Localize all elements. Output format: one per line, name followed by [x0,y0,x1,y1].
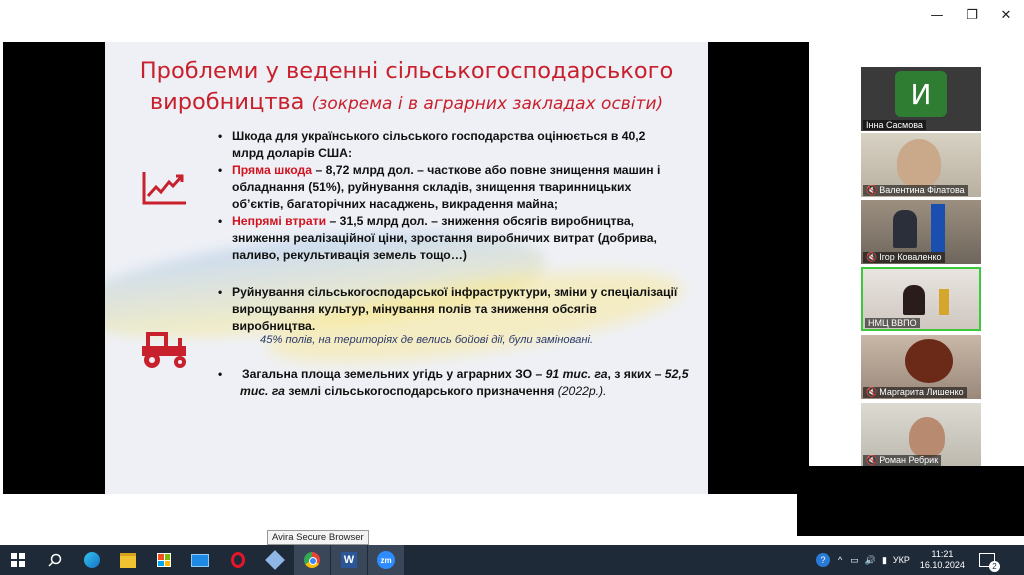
chrome-button[interactable] [294,545,330,575]
battery-icon[interactable]: ▮ [882,555,887,566]
participant-video [905,339,953,383]
mic-muted-icon: 🔇 [866,387,878,397]
word-icon: W [341,552,357,568]
participant-video [893,210,917,248]
clock[interactable]: 11:21 16.10.2024 [920,549,965,571]
keyboard-language[interactable]: УКР [893,555,910,565]
notification-badge: 2 [988,561,1000,572]
participant-name: НМЦ ВВПО [865,318,920,328]
participant-video [909,417,945,457]
participant-name-row: 🔇 Роман Ребрик [863,455,942,466]
zoom-button[interactable]: zm [368,545,404,575]
start-button[interactable] [0,545,36,575]
network-app-button[interactable] [257,545,293,575]
search-icon [48,553,62,567]
slide-bullet-1: Шкода для українського сільського господ… [232,129,646,160]
chrome-icon [304,552,320,568]
maximize-icon: ❐ [966,7,978,23]
taskbar-tooltip: Avira Secure Browser [267,530,369,545]
slide-bullet-5: Загальна площа земельних угідь у аграрни… [240,366,700,400]
participant-tile[interactable]: 🔇 Роман Ребрик [861,403,981,467]
bullet: • [218,367,223,381]
mic-muted-icon: 🔇 [866,455,878,465]
presentation-slide: Проблеми у веденні сільськогосподарськог… [105,42,708,494]
zoom-icon: zm [377,551,395,569]
participant-name-row: 🔇 Ігор Коваленко [863,252,945,263]
participant-tile[interactable]: 🔇 Валентина Філатова [861,133,981,197]
slide-title: Проблеми у веденні сільськогосподарськог… [105,56,708,120]
store-icon [157,553,171,567]
network-tray-icon[interactable]: ▭ [850,555,859,566]
volume-icon[interactable]: 🔊 [865,555,876,566]
network-icon [265,550,285,570]
participant-tile[interactable]: И Інна Сасмова [861,67,981,131]
participant-tile[interactable]: 🔇 Маргарита Лишенко [861,335,981,399]
word-button[interactable]: W [331,545,367,575]
participant-name-row: 🔇 Маргарита Лишенко [863,387,967,398]
indirect-losses-label: Непрямі втрати [232,214,327,228]
mail-icon [191,553,209,567]
participant-name: Інна Сасмова [863,120,926,130]
minimize-icon: — [930,7,944,23]
participant-name-row: 🔇 Валентина Філатова [863,185,968,196]
taskbar: W zm ? ^ ▭ 🔊 ▮ УКР 11:21 16.10.2024 2 [0,545,1024,575]
participant-name: Ігор Коваленко [879,252,942,262]
tractor-icon [142,332,186,368]
close-button[interactable]: ✕ [989,0,1023,30]
participant-video [903,285,925,315]
mail-button[interactable] [182,545,218,575]
land-area-total: 91 тис. га [545,367,608,381]
video-panel-filler [797,466,1024,536]
clock-time: 11:21 [931,549,954,559]
direct-damage-label: Пряма шкода [232,163,313,177]
participant-tile-active[interactable]: НМЦ ВВПО [861,267,981,331]
land-area-text: Загальна площа земельних угідь у аграрни… [242,367,546,381]
mic-muted-icon: 🔇 [866,252,878,262]
opera-button[interactable] [220,545,256,575]
search-button[interactable] [37,545,73,575]
slide-bullet-4: Руйнування сільськогосподарської інфраст… [232,285,678,333]
maximize-button[interactable]: ❐ [955,0,989,30]
bullet: • [218,163,223,177]
avatar: И [895,71,947,117]
land-area-text: , з яких – [607,367,665,381]
slide-title-line2: виробництва [149,89,305,115]
folder-icon [120,552,136,568]
participant-name: Маргарита Лишенко [879,387,964,397]
slide-bullet-3: Непрямі втрати – 31,5 млрд дол. – знижен… [232,213,682,264]
land-area-year: (2022р.). [557,384,607,398]
flag-decoration [939,289,949,315]
chart-growth-icon [142,172,186,205]
notifications-icon[interactable]: 2 [978,553,1000,572]
slide-bullet-2: Пряма шкода – 8,72 млрд дол. – часткове … [232,162,672,213]
file-explorer-button[interactable] [110,545,146,575]
edge-button[interactable] [74,545,110,575]
opera-icon [231,552,245,568]
bullet: • [218,214,223,228]
store-button[interactable] [146,545,182,575]
bullet: • [218,129,223,143]
land-area-text: землі сільськогосподарського призначення [284,384,558,398]
participant-name: Валентина Філатова [879,185,965,195]
flag-decoration [931,204,945,252]
minimize-button[interactable]: — [920,0,954,30]
slide-title-line1: Проблеми у веденні сільськогосподарськог… [139,58,674,84]
clock-date: 16.10.2024 [919,560,965,570]
window-titlebar: — ❐ ✕ [0,0,1024,30]
bullet: • [218,285,223,299]
show-hidden-icons-chevron-icon[interactable]: ^ [838,555,842,565]
system-tray: ? ^ ▭ 🔊 ▮ УКР 11:21 16.10.2024 2 [816,545,1000,575]
windows-start-icon [11,553,25,567]
slide-title-subtitle: (зокрема і в аграрних закладах освіти) [311,94,664,114]
mic-muted-icon: 🔇 [866,185,878,195]
participant-name: Роман Ребрик [879,455,939,465]
mined-fields-note: 45% полів, на територіях де велись бойов… [260,334,594,346]
participant-video [897,139,941,187]
edge-icon [84,552,100,568]
participant-tile[interactable]: 🔇 Ігор Коваленко [861,200,981,264]
close-icon: ✕ [1000,7,1012,23]
help-icon[interactable]: ? [816,553,830,567]
